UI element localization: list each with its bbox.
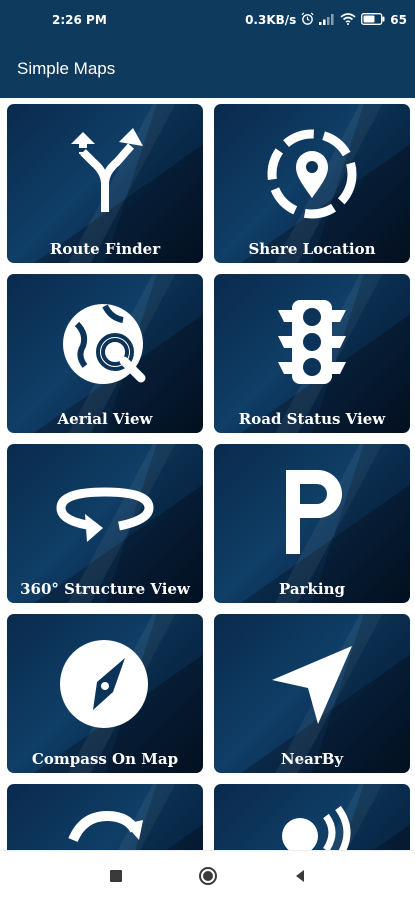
recents-icon [109, 869, 122, 882]
status-time: 2:26 PM [52, 13, 107, 27]
compass-icon [60, 640, 148, 728]
tile-label: Route Finder [49, 240, 161, 258]
tile-label: Parking [279, 580, 345, 598]
feature-grid: Route Finder Share Location Aerial View [0, 98, 415, 850]
globe-search-icon [63, 304, 146, 384]
tile-label: Share Location [248, 240, 376, 258]
battery-level: 65 [390, 13, 407, 27]
navigation-arrow-icon [272, 646, 352, 724]
wifi-icon [340, 12, 356, 28]
app-title: Simple Maps [17, 59, 116, 78]
tile-label: NearBy [280, 750, 344, 768]
aerial-view-tile[interactable]: Aerial View [7, 274, 203, 433]
sync-tile[interactable] [7, 784, 203, 850]
voice-person-icon [282, 805, 351, 850]
tile-label: 360° Structure View [20, 580, 190, 598]
compass-on-map-tile[interactable]: Compass On Map [7, 614, 203, 773]
nearby-tile[interactable]: NearBy [214, 614, 410, 773]
rotate-360-icon [56, 487, 154, 542]
route-finder-tile[interactable]: Route Finder [7, 104, 203, 263]
network-speed: 0.3KB/s [245, 13, 297, 27]
sync-icon [68, 810, 143, 843]
recents-button[interactable] [101, 861, 131, 891]
tile-label: Aerial View [57, 410, 153, 428]
structure-view-tile[interactable]: 360° Structure View [7, 444, 203, 603]
battery-icon [361, 12, 385, 28]
signal-icon [319, 13, 335, 28]
status-bar: 2:26 PM 0.3KB/s 65 [0, 0, 415, 40]
alarm-icon [301, 12, 314, 28]
road-status-view-tile[interactable]: Road Status View [214, 274, 410, 433]
back-icon [295, 869, 304, 882]
parking-tile[interactable]: Parking [214, 444, 410, 603]
location-share-icon [267, 129, 357, 219]
traffic-light-icon [278, 300, 346, 384]
tile-label: Compass On Map [31, 750, 179, 768]
system-nav-bar [0, 850, 415, 900]
status-icons: 0.3KB/s 65 [245, 12, 407, 28]
tile-label: Road Status View [238, 410, 386, 428]
share-location-tile[interactable]: Share Location [214, 104, 410, 263]
voice-tile[interactable] [214, 784, 410, 850]
app-bar: Simple Maps [0, 40, 415, 98]
back-button[interactable] [285, 861, 315, 891]
home-icon [198, 866, 217, 885]
route-split-icon [71, 128, 143, 212]
home-button[interactable] [193, 861, 223, 891]
parking-icon [286, 470, 342, 554]
